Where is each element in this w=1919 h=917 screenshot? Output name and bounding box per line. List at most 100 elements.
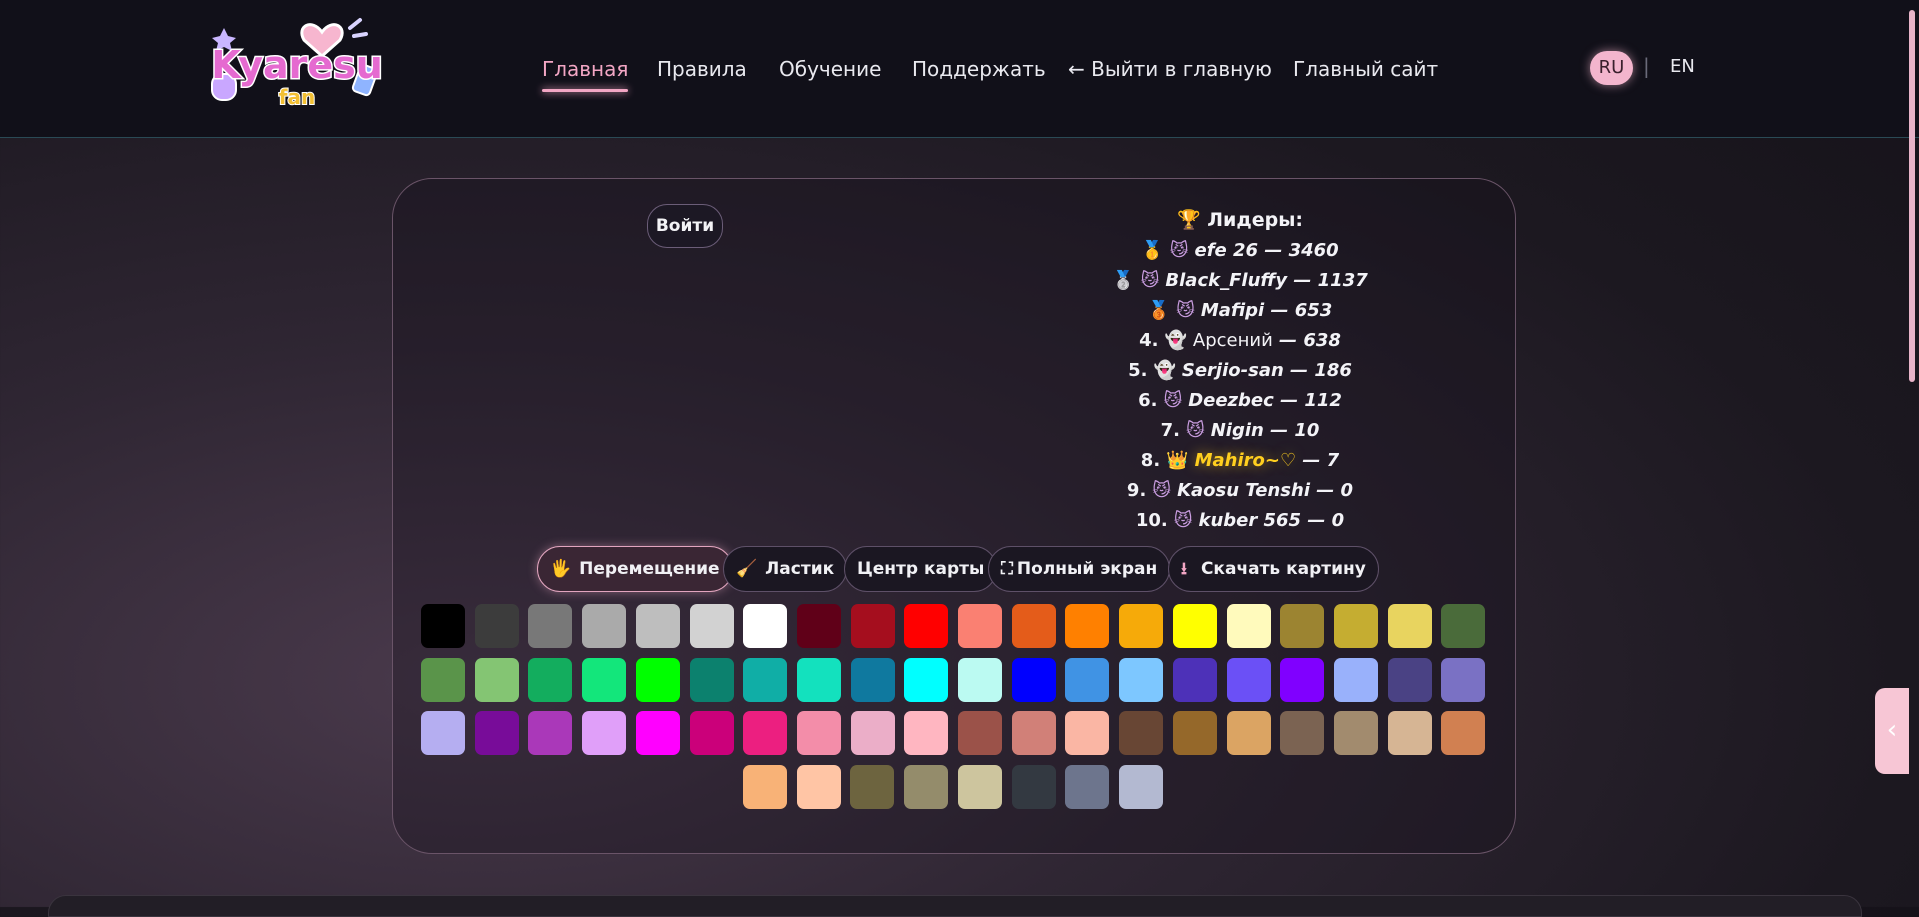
color-swatch[interactable]	[851, 604, 895, 648]
color-swatch[interactable]	[1012, 658, 1056, 702]
color-swatch[interactable]	[743, 658, 787, 702]
lang-ru-button[interactable]: RU	[1590, 51, 1633, 85]
color-swatch[interactable]	[1119, 765, 1163, 809]
color-swatch[interactable]	[1012, 765, 1056, 809]
color-swatch[interactable]	[690, 711, 734, 755]
leaderboard-row: 5. 👻 Serjio-san — 186	[1040, 356, 1440, 386]
color-swatch[interactable]	[1012, 711, 1056, 755]
side-panel-toggle[interactable]: ‹	[1875, 688, 1909, 774]
color-swatch[interactable]	[1441, 604, 1485, 648]
color-swatch[interactable]	[421, 711, 465, 755]
color-swatch[interactable]	[904, 765, 948, 809]
color-swatch[interactable]	[636, 658, 680, 702]
color-swatch[interactable]	[690, 604, 734, 648]
nav-rules[interactable]: Правила	[657, 56, 747, 82]
leaderboard-row: 6. 😼 Deezbec — 112	[1040, 386, 1440, 416]
leaderboard-score: 653	[1294, 300, 1333, 321]
color-swatch[interactable]	[1119, 658, 1163, 702]
color-swatch[interactable]	[1280, 604, 1324, 648]
nav-main-site[interactable]: Главный сайт	[1293, 56, 1438, 82]
color-swatch[interactable]	[797, 604, 841, 648]
logo-subtitle: fan	[279, 85, 315, 109]
color-swatch[interactable]	[850, 765, 894, 809]
nav-support[interactable]: Поддержать	[912, 56, 1046, 82]
color-swatch[interactable]	[743, 604, 787, 648]
color-swatch[interactable]	[528, 658, 572, 702]
color-swatch[interactable]	[1227, 711, 1271, 755]
nav-exit-main[interactable]: ← Выйти в главную	[1068, 56, 1272, 82]
color-swatch[interactable]	[797, 711, 841, 755]
kyaresu-logo[interactable]: Kyaresu fan	[204, 12, 390, 112]
leaderboard-row: 🥉 😼 Mafipi — 653	[1040, 296, 1440, 326]
color-swatch[interactable]	[421, 658, 465, 702]
fullscreen-button[interactable]: ⛶ Полный экран	[988, 546, 1171, 592]
color-swatch[interactable]	[1388, 711, 1432, 755]
color-swatch[interactable]	[904, 711, 948, 755]
color-swatch[interactable]	[582, 658, 626, 702]
fullscreen-label: Полный экран	[1016, 559, 1158, 579]
color-swatch[interactable]	[1065, 658, 1109, 702]
leaderboard-player-name: Deezbec	[1188, 390, 1274, 411]
login-button[interactable]: Войти	[647, 204, 723, 248]
eraser-tool-button[interactable]: 🧹 Ластик	[723, 546, 848, 592]
color-swatch[interactable]	[582, 711, 626, 755]
leaderboard-separator: —	[1283, 360, 1315, 381]
leaderboard-separator: —	[1287, 270, 1318, 291]
color-swatch[interactable]	[1388, 604, 1432, 648]
hand-icon: 🖐	[550, 559, 572, 579]
color-swatch[interactable]	[1173, 658, 1217, 702]
color-swatch[interactable]	[1280, 658, 1324, 702]
color-swatch[interactable]	[1441, 658, 1485, 702]
eraser-tool-label: Ластик	[765, 559, 835, 579]
color-swatch[interactable]	[1119, 711, 1163, 755]
lang-en-button[interactable]: EN	[1670, 56, 1695, 77]
nav-tutorial[interactable]: Обучение	[779, 56, 881, 82]
color-swatch[interactable]	[743, 711, 787, 755]
color-swatch[interactable]	[475, 604, 519, 648]
color-swatch[interactable]	[1334, 711, 1378, 755]
color-swatch[interactable]	[797, 765, 841, 809]
color-swatch[interactable]	[743, 765, 787, 809]
color-swatch[interactable]	[1065, 604, 1109, 648]
color-swatch[interactable]	[1334, 658, 1378, 702]
color-swatch[interactable]	[1065, 711, 1109, 755]
leaderboard-row: 4. 👻 Арсений — 638	[1040, 326, 1440, 356]
leaderboard-separator: —	[1272, 330, 1304, 351]
leaderboard-player-name: kuber 565	[1198, 510, 1302, 531]
color-swatch[interactable]	[1388, 658, 1432, 702]
download-button[interactable]: ⭳ Скачать картину	[1168, 546, 1379, 592]
color-swatch[interactable]	[690, 658, 734, 702]
center-map-button[interactable]: Центр карты	[844, 546, 998, 592]
color-swatch[interactable]	[636, 711, 680, 755]
color-swatch[interactable]	[851, 711, 895, 755]
color-swatch[interactable]	[1012, 604, 1056, 648]
color-swatch[interactable]	[1065, 765, 1109, 809]
color-swatch[interactable]	[958, 604, 1002, 648]
color-swatch[interactable]	[1280, 711, 1324, 755]
color-swatch[interactable]	[1227, 658, 1271, 702]
nav-home[interactable]: Главная	[542, 56, 629, 92]
move-tool-button[interactable]: 🖐 Перемещение	[537, 546, 733, 592]
color-swatch[interactable]	[851, 658, 895, 702]
color-swatch[interactable]	[528, 711, 572, 755]
color-swatch[interactable]	[904, 658, 948, 702]
color-swatch[interactable]	[475, 711, 519, 755]
color-swatch[interactable]	[1334, 604, 1378, 648]
color-swatch[interactable]	[904, 604, 948, 648]
color-swatch[interactable]	[528, 604, 572, 648]
color-swatch[interactable]	[1441, 711, 1485, 755]
color-swatch[interactable]	[958, 765, 1002, 809]
scrollbar-thumb[interactable]	[1909, 10, 1915, 382]
color-swatch[interactable]	[797, 658, 841, 702]
color-swatch[interactable]	[421, 604, 465, 648]
color-swatch[interactable]	[958, 711, 1002, 755]
color-swatch[interactable]	[1119, 604, 1163, 648]
leaderboard-score: 7	[1326, 450, 1340, 471]
color-swatch[interactable]	[1227, 604, 1271, 648]
color-swatch[interactable]	[1173, 711, 1217, 755]
color-swatch[interactable]	[1173, 604, 1217, 648]
color-swatch[interactable]	[958, 658, 1002, 702]
color-swatch[interactable]	[636, 604, 680, 648]
color-swatch[interactable]	[582, 604, 626, 648]
color-swatch[interactable]	[475, 658, 519, 702]
